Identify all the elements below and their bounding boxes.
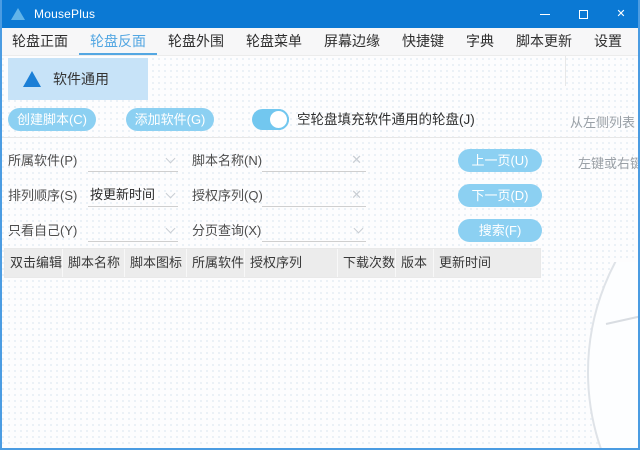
tab-wheel-menu[interactable]: 轮盘菜单 [235,28,313,55]
maximize-icon [579,10,588,19]
clear-icon[interactable]: ✕ [351,184,362,206]
tab-wheel-outer[interactable]: 轮盘外围 [157,28,235,55]
tab-wheel-front[interactable]: 轮盘正面 [1,28,79,55]
left-list-hint: 从左侧列表 [570,112,635,131]
owner-software-label: 所属软件(P) [8,149,77,172]
column-script-icon[interactable]: 脚本图标 [125,249,187,277]
column-license-serial[interactable]: 授权序列 [245,249,338,277]
wheel-preview-arc [560,262,640,450]
column-download-count[interactable]: 下载次数 [338,249,396,277]
tab-dictionary[interactable]: 字典 [455,28,505,55]
close-icon: ✕ [616,9,625,20]
sort-order-value: 按更新时间 [90,187,155,202]
fill-empty-wheel-label: 空轮盘填充软件通用的轮盘(J) [297,108,475,131]
tab-screen-edge[interactable]: 屏幕边缘 [313,28,391,55]
cursor-triangle-icon [23,71,41,87]
column-double-click-edit[interactable]: 双击编辑 [5,249,63,277]
license-serial-input[interactable]: ✕ [262,184,366,207]
section-title: 软件通用 [53,69,109,89]
right-panel-divider [565,56,566,86]
owner-software-select[interactable] [88,149,178,172]
license-serial-label: 授权序列(Q) [192,184,263,207]
section-software-common[interactable]: 软件通用 [8,58,148,100]
main-tabbar: 轮盘正面 轮盘反面 轮盘外围 轮盘菜单 屏幕边缘 快捷键 字典 脚本更新 设置 [0,28,640,56]
mouse-button-hint: 左键或右键 [578,153,640,172]
script-table-header: 双击编辑 脚本名称 脚本图标 所属软件 授权序列 下载次数 版本 更新时间 [4,248,541,278]
next-page-button[interactable]: 下一页(D) [458,184,542,207]
app-title: MousePlus [34,7,95,21]
tab-wheel-back[interactable]: 轮盘反面 [79,28,157,55]
window-controls: ✕ [526,0,640,28]
minimize-button[interactable] [526,0,564,28]
column-version[interactable]: 版本 [396,249,434,277]
tab-settings[interactable]: 设置 [583,28,633,55]
toolbar-divider [0,137,640,138]
tab-hotkeys[interactable]: 快捷键 [391,28,455,55]
mouseplus-window: MousePlus ✕ 轮盘正面 轮盘反面 轮盘外围 轮盘菜单 屏幕边缘 快捷键… [0,0,640,450]
column-owner-software[interactable]: 所属软件 [187,249,245,277]
app-logo-icon [11,8,25,20]
search-button[interactable]: 搜索(F) [458,219,542,242]
column-script-name[interactable]: 脚本名称 [63,249,125,277]
script-name-input[interactable]: ✕ [262,149,366,172]
column-update-time[interactable]: 更新时间 [434,249,540,277]
add-software-button[interactable]: 添加软件(G) [126,108,214,131]
chevron-down-icon [166,224,176,234]
sort-order-select[interactable]: 按更新时间 [88,184,178,207]
sort-order-label: 排列顺序(S) [8,184,77,207]
close-button[interactable]: ✕ [602,0,640,28]
maximize-button[interactable] [564,0,602,28]
minimize-icon [540,14,550,15]
chevron-down-icon [166,189,176,199]
titlebar: MousePlus ✕ [0,0,640,28]
previous-page-button[interactable]: 上一页(U) [458,149,542,172]
toggle-knob [268,109,289,130]
content-area: 软件通用 创建脚本(C) 添加软件(G) 空轮盘填充软件通用的轮盘(J) 从左侧… [0,56,640,450]
tab-script-update[interactable]: 脚本更新 [505,28,583,55]
only-mine-label: 只看自己(Y) [8,219,77,242]
only-mine-select[interactable] [88,219,178,242]
create-script-button[interactable]: 创建脚本(C) [8,108,96,131]
clear-icon[interactable]: ✕ [351,149,362,171]
chevron-down-icon [354,224,364,234]
fill-empty-wheel-toggle[interactable] [252,109,289,130]
page-query-select[interactable] [262,219,366,242]
script-name-label: 脚本名称(N) [192,149,262,172]
chevron-down-icon [166,154,176,164]
page-query-label: 分页查询(X) [192,219,261,242]
